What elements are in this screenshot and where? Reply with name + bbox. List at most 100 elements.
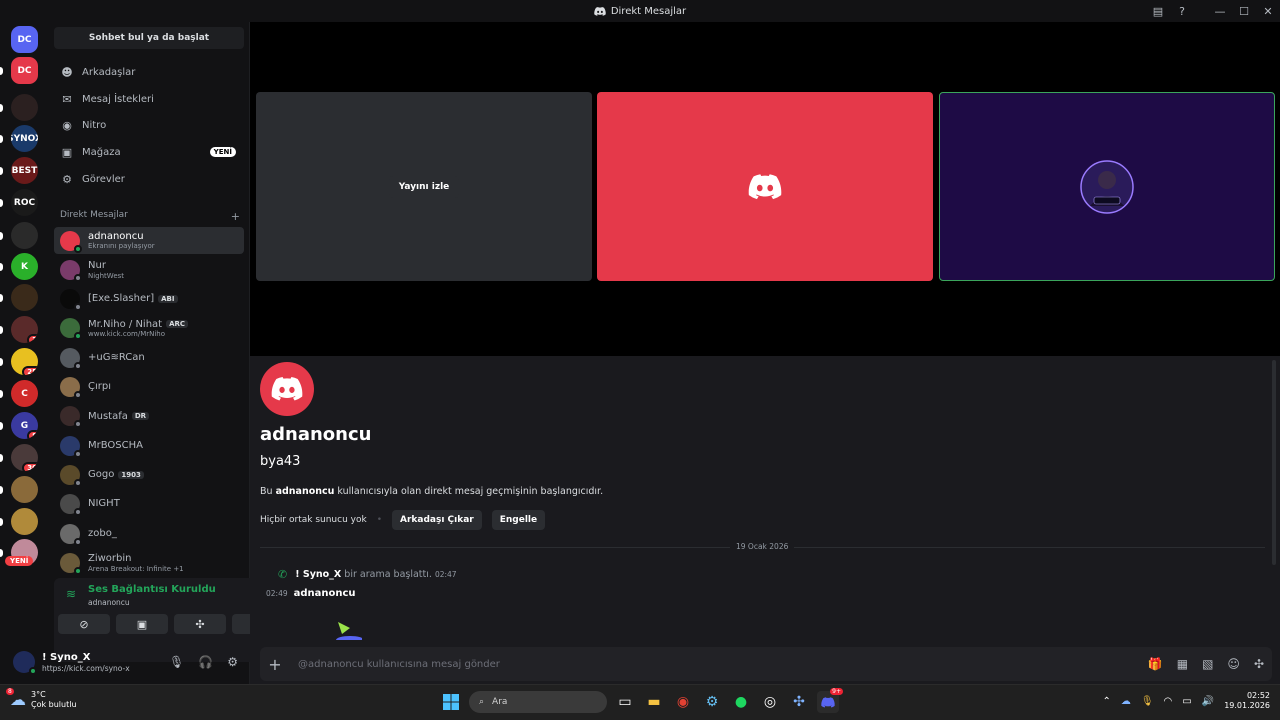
nav-shop[interactable]: ▣ Mağaza YENİ [54, 140, 244, 164]
dm-item[interactable]: NIGHT [54, 491, 244, 518]
server-icon[interactable]: ROC [11, 189, 38, 216]
spotify-icon[interactable]: ● [730, 691, 752, 713]
volume-icon[interactable]: 🔊 [1202, 696, 1214, 707]
dm-item[interactable]: Nur NightWest [54, 256, 244, 283]
chevron-up-icon[interactable]: ⌃ [1102, 696, 1110, 707]
microphone-tray-icon[interactable]: 🎙 [1141, 696, 1154, 707]
server-icon-label: ROC [13, 197, 36, 208]
start-windows-icon[interactable] [440, 691, 462, 713]
participant-tile-self[interactable] [939, 92, 1275, 281]
find-conversation-button[interactable]: Sohbet bul ya da başlat [54, 27, 244, 49]
chat-scrollbar[interactable] [1272, 360, 1276, 565]
cloud-icon: ☁ 8 [6, 688, 26, 709]
unread-pill [0, 263, 3, 271]
screen-share-button[interactable]: ▣ [116, 614, 168, 634]
window-title-text: Direkt Mesajlar [610, 5, 687, 17]
stream-tile[interactable]: Yayını izle [256, 92, 592, 281]
server-icon[interactable]: DC [11, 26, 38, 53]
nav-message-requests[interactable]: ✉ Mesaj İstekleri [54, 87, 244, 111]
server-icon[interactable] [11, 476, 38, 503]
dm-item[interactable]: Ziworbin Arena Breakout: Infinite +1 [54, 549, 244, 576]
server-icon[interactable]: DC [11, 57, 38, 84]
chrome-icon[interactable]: ◉ [672, 691, 694, 713]
nav-friends[interactable]: ☻ Arkadaşlar [54, 60, 244, 84]
watch-stream-button[interactable]: Yayını izle [388, 175, 460, 198]
dm-header-label: Direkt Mesajlar [60, 210, 128, 220]
maximize-icon[interactable]: ☐ [1232, 5, 1256, 18]
nav-quests[interactable]: ⚙ Görevler [54, 167, 244, 191]
gift-icon[interactable]: 🎁 [1148, 657, 1163, 671]
dm-item[interactable]: Gogo 1903 [54, 461, 244, 488]
server-icon[interactable] [11, 508, 38, 535]
server-icon[interactable]: 25 [11, 348, 38, 375]
server-icon[interactable]: SYNOX [11, 125, 38, 152]
dm-item[interactable]: adnanoncu Ekranını paylaşıyor [54, 227, 244, 254]
voice-status-title[interactable]: Ses Bağlantısı Kuruldu [88, 584, 216, 595]
message-author[interactable]: adnanoncu [294, 588, 356, 599]
steam-icon[interactable]: ⚙ [701, 691, 723, 713]
message-composer[interactable]: + @adnanoncu kullanıcısına mesaj gönder … [260, 647, 1272, 681]
unread-pill [0, 390, 3, 398]
dm-item[interactable]: Mr.Niho / Nihat ARC www.kick.com/MrNiho [54, 315, 244, 342]
gif-icon[interactable]: ▦ [1177, 657, 1188, 671]
discord-taskbar-icon[interactable]: 9+ [817, 688, 843, 713]
nav-quests-label: Görevler [82, 173, 125, 185]
settings-gear-icon[interactable]: ⚙ [227, 655, 238, 669]
weather-widget[interactable]: ☁ 8 3°C Çok bulutlu [6, 688, 77, 709]
dm-item[interactable]: +uG≋RCan [54, 344, 244, 371]
camera-off-icon: ⊘ [79, 617, 89, 631]
activities-button[interactable]: ✣ [174, 614, 226, 634]
mail-icon: ✉ [62, 92, 72, 106]
server-icon[interactable] [11, 284, 38, 311]
apps-icon[interactable]: ✣ [1254, 657, 1264, 671]
remove-friend-button[interactable]: Arkadaşı Çıkar [392, 510, 482, 530]
server-icon[interactable]: K [11, 253, 38, 280]
avatar[interactable] [260, 362, 314, 416]
discord-icon [594, 6, 606, 16]
taskbar-search[interactable]: ⌕ Ara [469, 691, 607, 713]
server-list: DC DC SYNOX BEST ROC K 3 25 C G8 30 YENİ [0, 22, 48, 684]
call-author[interactable]: ! Syno_X [295, 569, 341, 580]
app-icon[interactable]: ✣ [788, 691, 810, 713]
monitor-icon[interactable]: ▭ [1182, 696, 1191, 707]
server-icon[interactable]: C [11, 380, 38, 407]
avatar [1080, 159, 1134, 214]
microphone-icon[interactable]: 🎙 [169, 655, 184, 669]
camera-button[interactable]: ⊘ [58, 614, 110, 634]
block-button[interactable]: Engelle [491, 510, 546, 530]
file-explorer-icon[interactable]: ▬ [643, 691, 665, 713]
clock[interactable]: 02:52 19.01.2026 [1224, 691, 1270, 712]
sticker-icon[interactable]: ▧ [1202, 657, 1213, 671]
participant-tile-adnanoncu[interactable] [597, 92, 933, 281]
tray-app-icon[interactable]: ☁ [1121, 696, 1131, 707]
mention-badge: 3 [27, 334, 38, 343]
obs-icon[interactable]: ◎ [759, 691, 781, 713]
attach-plus-icon[interactable]: + [260, 655, 290, 674]
inbox-icon[interactable]: ▤ [1146, 5, 1170, 18]
dm-item[interactable]: Mustafa DR [54, 403, 244, 430]
message-input[interactable]: @adnanoncu kullanıcısına mesaj gönder [298, 659, 500, 670]
dm-item[interactable]: [Exe.Slasher] ABI [54, 286, 244, 313]
nav-nitro[interactable]: ◉ Nitro [54, 113, 244, 137]
profile-actions: Hiçbir ortak sunucu yok • Arkadaşı Çıkar… [260, 510, 546, 530]
help-icon[interactable]: ? [1170, 5, 1194, 18]
minimize-icon[interactable]: — [1208, 5, 1232, 18]
nav-friends-label: Arkadaşlar [82, 66, 136, 78]
server-icon[interactable] [11, 94, 38, 121]
new-servers-badge[interactable]: YENİ [5, 556, 34, 566]
emoji-icon[interactable]: ☺ [1227, 657, 1240, 671]
dm-item[interactable]: Çırpı [54, 374, 244, 401]
create-dm-icon[interactable]: + [231, 210, 240, 223]
server-icon[interactable] [11, 222, 38, 249]
server-icon[interactable]: BEST [11, 157, 38, 184]
wifi-icon[interactable]: ◠ [1164, 696, 1173, 707]
dm-item[interactable]: MrBOSCHA [54, 432, 244, 459]
headphones-icon[interactable]: 🎧 [198, 655, 213, 669]
task-view-icon[interactable]: ▭ [614, 691, 636, 713]
avatar[interactable] [13, 651, 37, 675]
close-icon[interactable]: ✕ [1256, 5, 1280, 18]
dm-item[interactable]: zobo_ [54, 520, 244, 547]
server-icon[interactable]: G8 [11, 412, 38, 439]
server-icon[interactable]: 3 [11, 316, 38, 343]
server-icon[interactable]: 30 [11, 444, 38, 471]
